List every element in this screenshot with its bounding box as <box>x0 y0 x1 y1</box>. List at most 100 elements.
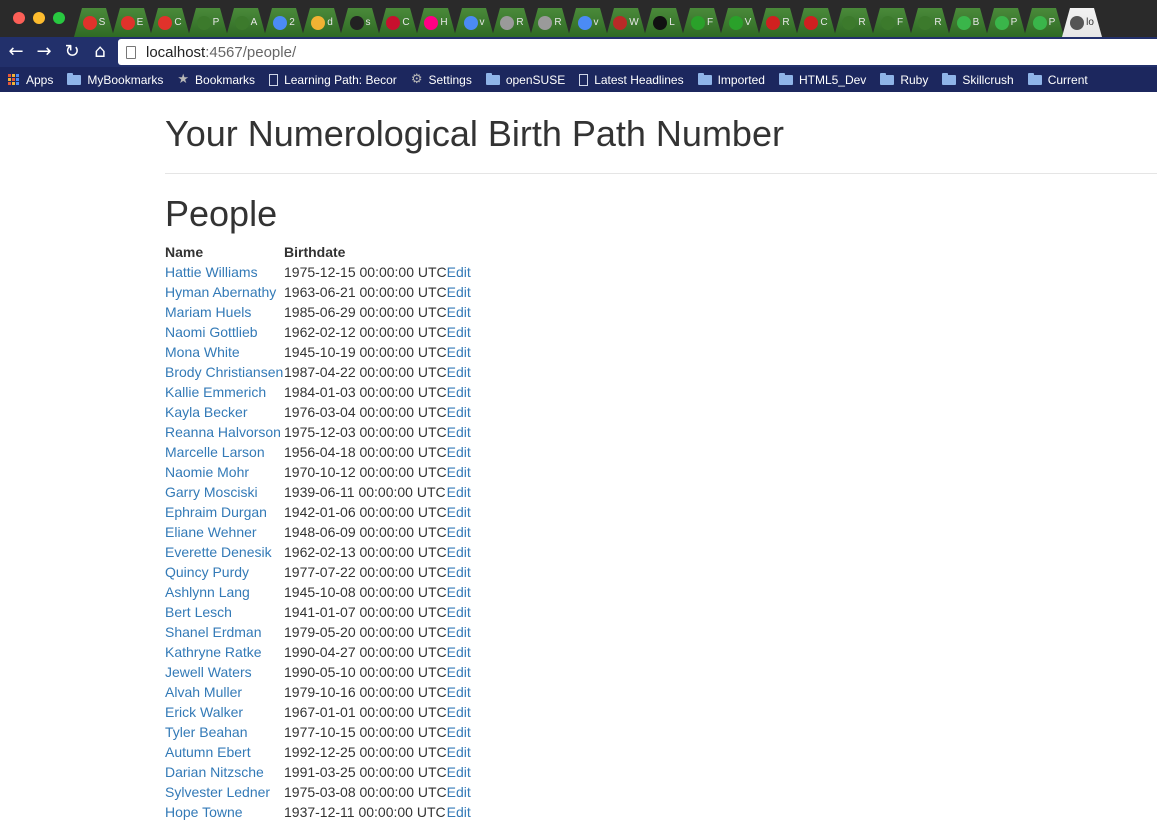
edit-link[interactable]: Edit <box>447 484 471 500</box>
browser-tab[interactable]: H <box>416 8 456 37</box>
person-name-link[interactable]: Tyler Beahan <box>165 724 248 740</box>
person-name-link[interactable]: Ashlynn Lang <box>165 584 250 600</box>
bookmark-item[interactable]: Ruby <box>880 72 934 87</box>
browser-tab[interactable]: B <box>948 8 988 37</box>
bookmark-item[interactable]: Imported <box>697 72 771 87</box>
person-name-link[interactable]: Garry Mosciski <box>165 484 258 500</box>
person-name-link[interactable]: Darian Nitzsche <box>165 764 264 780</box>
browser-tab[interactable]: 2 <box>264 8 304 37</box>
browser-tab[interactable]: R <box>758 8 798 37</box>
person-name-link[interactable]: Quincy Purdy <box>165 564 249 580</box>
browser-tab[interactable]: v <box>568 8 608 37</box>
person-name-link[interactable]: Mona White <box>165 344 240 360</box>
bookmark-item[interactable]: MyBookmarks <box>67 72 169 87</box>
reload-button[interactable]: ↻ <box>61 41 83 63</box>
person-name-link[interactable]: Mariam Huels <box>165 304 251 320</box>
browser-tab[interactable]: P <box>188 8 228 37</box>
edit-link[interactable]: Edit <box>447 264 471 280</box>
person-name-link[interactable]: Naomi Gottlieb <box>165 324 258 340</box>
person-name-link[interactable]: Bert Lesch <box>165 604 232 620</box>
person-name-link[interactable]: Alvah Muller <box>165 684 242 700</box>
edit-link[interactable]: Edit <box>447 464 471 480</box>
zoom-window-button[interactable] <box>53 12 65 24</box>
person-name-link[interactable]: Ephraim Durgan <box>165 504 267 520</box>
edit-link[interactable]: Edit <box>447 324 471 340</box>
person-name-link[interactable]: Reanna Halvorson <box>165 424 281 440</box>
bookmark-item[interactable]: Current <box>1027 72 1094 87</box>
edit-link[interactable]: Edit <box>447 424 471 440</box>
person-name-link[interactable]: Erick Walker <box>165 704 243 720</box>
person-name-link[interactable]: Hattie Williams <box>165 264 258 280</box>
edit-link[interactable]: Edit <box>447 404 471 420</box>
forward-button[interactable]: → <box>33 41 55 63</box>
close-window-button[interactable] <box>13 12 25 24</box>
edit-link[interactable]: Edit <box>447 604 471 620</box>
browser-tab[interactable]: E <box>112 8 152 37</box>
edit-link[interactable]: Edit <box>447 804 471 820</box>
edit-link[interactable]: Edit <box>447 444 471 460</box>
bookmark-item[interactable]: HTML5_Dev <box>778 72 872 87</box>
back-button[interactable]: ← <box>5 41 27 63</box>
browser-tab[interactable]: lo <box>1062 8 1102 37</box>
edit-link[interactable]: Edit <box>447 764 471 780</box>
person-name-link[interactable]: Kallie Emmerich <box>165 384 266 400</box>
home-button[interactable]: ⌂ <box>89 41 111 63</box>
person-name-link[interactable]: Hyman Abernathy <box>165 284 276 300</box>
edit-link[interactable]: Edit <box>447 544 471 560</box>
browser-tab[interactable]: R <box>492 8 532 37</box>
bookmark-item[interactable]: Latest Headlines <box>579 73 689 87</box>
edit-link[interactable]: Edit <box>447 564 471 580</box>
edit-link[interactable]: Edit <box>447 684 471 700</box>
browser-tab[interactable]: R <box>834 8 874 37</box>
edit-link[interactable]: Edit <box>447 724 471 740</box>
person-name-link[interactable]: Sylvester Ledner <box>165 784 270 800</box>
edit-link[interactable]: Edit <box>447 664 471 680</box>
browser-tab[interactable]: C <box>796 8 836 37</box>
browser-tab[interactable]: R <box>530 8 570 37</box>
edit-link[interactable]: Edit <box>447 644 471 660</box>
browser-tab[interactable]: v <box>454 8 494 37</box>
browser-tab[interactable]: s <box>340 8 380 37</box>
person-name-link[interactable]: Kayla Becker <box>165 404 247 420</box>
address-bar[interactable]: localhost:4567/people/ <box>118 39 1157 65</box>
edit-link[interactable]: Edit <box>447 524 471 540</box>
edit-link[interactable]: Edit <box>447 624 471 640</box>
browser-tab[interactable]: R <box>910 8 950 37</box>
browser-tab[interactable]: C <box>378 8 418 37</box>
bookmark-item[interactable]: Skillcrush <box>942 72 1019 87</box>
edit-link[interactable]: Edit <box>447 284 471 300</box>
bookmark-item[interactable]: ⚙ Settings <box>411 72 478 87</box>
bookmark-item[interactable]: ★ Bookmarks <box>177 72 261 87</box>
browser-tab[interactable]: P <box>1024 8 1064 37</box>
minimize-window-button[interactable] <box>33 12 45 24</box>
edit-link[interactable]: Edit <box>447 744 471 760</box>
person-name-link[interactable]: Eliane Wehner <box>165 524 257 540</box>
person-name-link[interactable]: Autumn Ebert <box>165 744 251 760</box>
bookmark-item[interactable]: openSUSE <box>485 72 571 87</box>
browser-tab[interactable]: L <box>644 8 684 37</box>
browser-tab[interactable]: V <box>720 8 760 37</box>
edit-link[interactable]: Edit <box>447 504 471 520</box>
browser-tab[interactable]: S <box>74 8 114 37</box>
browser-tab[interactable]: d <box>302 8 342 37</box>
person-name-link[interactable]: Kathryne Ratke <box>165 644 262 660</box>
edit-link[interactable]: Edit <box>447 704 471 720</box>
browser-tab[interactable]: A <box>226 8 266 37</box>
person-name-link[interactable]: Marcelle Larson <box>165 444 265 460</box>
person-name-link[interactable]: Hope Towne <box>165 804 243 820</box>
person-name-link[interactable]: Naomie Mohr <box>165 464 249 480</box>
bookmark-item[interactable]: Learning Path: Becor <box>269 73 403 87</box>
person-name-link[interactable]: Shanel Erdman <box>165 624 262 640</box>
browser-tab[interactable]: P <box>986 8 1026 37</box>
browser-tab[interactable]: C <box>150 8 190 37</box>
browser-tab[interactable]: F <box>872 8 912 37</box>
browser-tab[interactable]: F <box>682 8 722 37</box>
person-name-link[interactable]: Everette Denesik <box>165 544 272 560</box>
edit-link[interactable]: Edit <box>447 584 471 600</box>
edit-link[interactable]: Edit <box>447 784 471 800</box>
edit-link[interactable]: Edit <box>447 364 471 380</box>
browser-tab[interactable]: W <box>606 8 646 37</box>
edit-link[interactable]: Edit <box>447 384 471 400</box>
edit-link[interactable]: Edit <box>447 344 471 360</box>
person-name-link[interactable]: Brody Christiansen <box>165 364 283 380</box>
